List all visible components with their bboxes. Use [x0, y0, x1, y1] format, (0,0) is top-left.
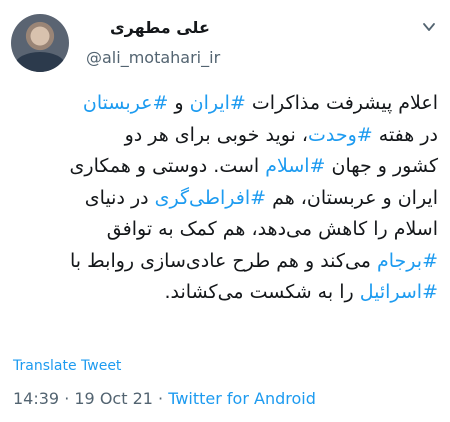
tweet-text-segment: در هفته [372, 123, 438, 146]
meta-separator: · [152, 389, 169, 408]
tweet-text-segment: است. دوستی و همکاری [69, 155, 266, 177]
tweet-line: اسلام را کاهش می‌دهد، هم کمک به توافق [14, 214, 438, 246]
tweet-text-segment: ، نوید خوبی برای هر دو [124, 123, 309, 146]
avatar[interactable] [11, 14, 69, 72]
hashtag-link[interactable]: #برجام [377, 250, 438, 272]
tweet-line: #برجام می‌کند و هم طرح عادی‌سازی روابط ب… [14, 246, 438, 278]
tweet-date[interactable]: 19 Oct 21 [74, 389, 153, 408]
author-handle[interactable]: @ali_motahari_ir [86, 48, 220, 67]
tweet-text-segment: در دنیای [84, 186, 155, 209]
hashtag-link[interactable]: #اسلام [265, 155, 325, 177]
translate-tweet-link[interactable]: Translate Tweet [13, 358, 121, 374]
tweet-text-segment: کشور و جهان [325, 155, 439, 177]
tweet-text-segment: ایران و عربستان، هم [266, 186, 438, 209]
tweet-line: اعلام پیشرفت مذاکرات #ایران و #عربستان [14, 88, 438, 120]
author-name[interactable]: علی مطهری [110, 18, 210, 37]
tweet-text-segment: و [168, 92, 190, 114]
hashtag-link[interactable]: #افراطی‌گری [155, 187, 266, 209]
hashtag-link[interactable]: #ایران [190, 92, 246, 114]
hashtag-link[interactable]: #عربستان [83, 92, 168, 114]
hashtag-link[interactable]: #وحدت [308, 124, 373, 146]
tweet-line: ایران و عربستان، هم #افراطی‌گری در دنیای [14, 183, 438, 215]
tweet-text: اعلام پیشرفت مذاکرات #ایران و #عربستان در… [14, 88, 438, 309]
tweet-text-segment: را به شکست می‌کشاند. [164, 281, 360, 303]
tweet-text-segment: اسلام را کاهش می‌دهد، هم کمک به توافق [106, 218, 438, 240]
tweet-line: در هفته #وحدت، نوید خوبی برای هر دو [14, 120, 438, 152]
chevron-down-icon[interactable] [420, 18, 438, 36]
tweet-source[interactable]: Twitter for Android [168, 389, 316, 408]
tweet-meta: 14:39 · 19 Oct 21 · Twitter for Android [13, 389, 316, 408]
avatar-shoulders [15, 52, 65, 72]
tweet-text-segment: اعلام پیشرفت مذاکرات [245, 92, 438, 114]
tweet-line: کشور و جهان #اسلام است. دوستی و همکاری [14, 151, 438, 183]
tweet-line: #اسرائیل را به شکست می‌کشاند. [14, 277, 438, 309]
tweet-text-segment: می‌کند و هم طرح عادی‌سازی روابط با [70, 249, 377, 272]
hashtag-link[interactable]: #اسرائیل [360, 281, 438, 303]
tweet-time[interactable]: 14:39 [13, 389, 59, 408]
meta-separator: · [59, 389, 75, 408]
